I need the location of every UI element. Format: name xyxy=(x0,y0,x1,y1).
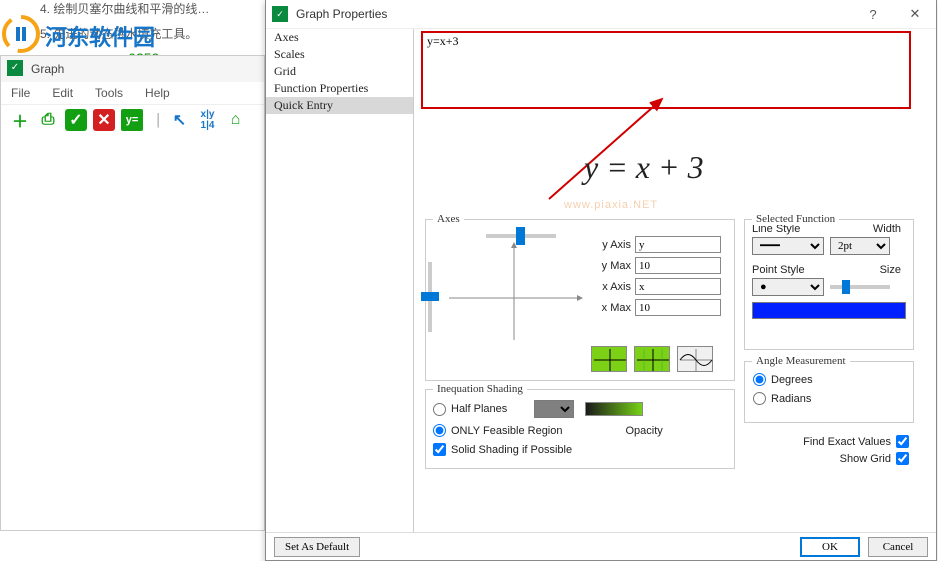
x-slider[interactable] xyxy=(428,262,432,332)
help-button[interactable]: ? xyxy=(852,0,894,29)
sidebar-item-axes[interactable]: Axes xyxy=(266,29,413,46)
ineq-title: Inequation Shading xyxy=(433,383,527,395)
only-feasible-label: ONLY Feasible Region xyxy=(451,425,563,437)
yaxis-label: y Axis xyxy=(591,239,631,251)
thumb-1[interactable] xyxy=(591,346,627,372)
home-icon[interactable]: ⌂ xyxy=(225,109,247,131)
thumb-3[interactable] xyxy=(677,346,713,372)
xaxis-label: x Axis xyxy=(591,281,631,293)
xaxis-input[interactable] xyxy=(635,278,721,295)
table-icon[interactable]: x|y1|4 xyxy=(197,109,219,131)
inequation-group: Inequation Shading Half Planes ONLY Feas… xyxy=(425,389,735,469)
graph-app-window: ✓ Graph File Edit Tools Help ＋ ⎙ ✓ ✕ y= … xyxy=(0,55,265,531)
cross-icon[interactable]: ✕ xyxy=(93,109,115,131)
yeq-button[interactable]: y= xyxy=(121,109,143,131)
show-grid-checkbox[interactable] xyxy=(896,452,909,465)
ok-button[interactable]: OK xyxy=(800,537,860,557)
only-feasible-radio[interactable] xyxy=(433,424,446,437)
site-logo: 河东软件园 www.pc0359.cn xyxy=(0,15,265,55)
find-exact-label: Find Exact Values xyxy=(803,436,891,448)
angle-title: Angle Measurement xyxy=(752,355,850,367)
toolbar: ＋ ⎙ ✓ ✕ y= │ ↖ x|y1|4 ⌂ xyxy=(1,104,264,135)
solid-shading-label: Solid Shading if Possible xyxy=(451,444,572,456)
sidebar: Axes Scales Grid Function Properties Qui… xyxy=(266,29,414,533)
solid-shading-checkbox[interactable] xyxy=(433,443,446,456)
half-planes-label: Half Planes xyxy=(451,403,507,415)
app-title: Graph xyxy=(31,62,64,76)
y-slider[interactable] xyxy=(486,234,556,238)
mini-plot xyxy=(434,240,594,340)
sidebar-item-grid[interactable]: Grid xyxy=(266,63,413,80)
watermark: www.piaxia.NET xyxy=(564,199,658,211)
cancel-button[interactable]: Cancel xyxy=(868,537,928,557)
menu-bar: File Edit Tools Help xyxy=(1,82,264,104)
degrees-radio[interactable] xyxy=(753,373,766,386)
xmax-label: x Max xyxy=(591,302,631,314)
width-select[interactable]: 2pt xyxy=(830,237,890,255)
point-style-label: Point Style xyxy=(752,264,805,276)
xmax-input[interactable] xyxy=(635,299,721,316)
axes-thumbnails xyxy=(591,346,713,372)
selfunc-title: Selected Function xyxy=(752,213,839,225)
ymax-input[interactable] xyxy=(635,257,721,274)
close-button[interactable]: ✕ xyxy=(894,0,936,29)
menu-tools[interactable]: Tools xyxy=(95,86,123,100)
app-icon: ✓ xyxy=(7,60,23,76)
sidebar-item-function-properties[interactable]: Function Properties xyxy=(266,80,413,97)
size-label: Size xyxy=(880,264,901,276)
show-grid-label: Show Grid xyxy=(840,453,891,465)
misc-checks: Find Exact Values Show Grid xyxy=(744,433,914,467)
dialog-title: Graph Properties xyxy=(296,7,852,21)
app-titlebar: ✓ Graph xyxy=(1,56,264,82)
find-exact-checkbox[interactable] xyxy=(896,435,909,448)
line-style-select[interactable]: ━━━ xyxy=(752,237,824,255)
radians-radio[interactable] xyxy=(753,392,766,405)
color-picker[interactable] xyxy=(752,302,906,319)
graph-properties-dialog: ✓ Graph Properties ? ✕ Axes Scales Grid … xyxy=(265,0,937,561)
cursor-icon[interactable]: ↖ xyxy=(169,109,191,131)
degrees-label: Degrees xyxy=(771,374,813,386)
quick-entry-box[interactable] xyxy=(421,31,911,109)
axes-group: Axes y Axis y Max x Axis x Max xyxy=(425,219,735,381)
opacity-label: Opacity xyxy=(626,425,663,437)
shade-color-select[interactable] xyxy=(534,400,574,418)
ymax-label: y Max xyxy=(591,260,631,272)
sidebar-item-scales[interactable]: Scales xyxy=(266,46,413,63)
dialog-icon: ✓ xyxy=(272,6,288,22)
add-icon[interactable]: ＋ xyxy=(9,109,31,131)
dialog-footer: Set As Default OK Cancel xyxy=(266,532,936,560)
site-name: 河东软件园 xyxy=(45,20,155,52)
width-label: Width xyxy=(873,223,901,235)
yaxis-input[interactable] xyxy=(635,236,721,253)
thumb-2[interactable] xyxy=(634,346,670,372)
menu-file[interactable]: File xyxy=(11,86,30,100)
equation-display: y = x + 3 xyxy=(584,149,704,186)
axis-inputs: y Axis y Max x Axis x Max xyxy=(591,236,721,320)
main-content: y = x + 3 www.piaxia.NET Axes y Axis y M… xyxy=(414,29,936,533)
dialog-titlebar: ✓ Graph Properties ? ✕ xyxy=(266,0,936,29)
axes-group-title: Axes xyxy=(433,213,464,225)
sidebar-item-quick-entry[interactable]: Quick Entry xyxy=(266,97,413,114)
half-planes-radio[interactable] xyxy=(433,403,446,416)
radians-label: Radians xyxy=(771,393,811,405)
set-default-button[interactable]: Set As Default xyxy=(274,537,360,557)
opacity-slider[interactable] xyxy=(585,402,643,416)
quick-entry-input[interactable] xyxy=(427,34,487,49)
angle-group: Angle Measurement Degrees Radians xyxy=(744,361,914,423)
size-slider[interactable] xyxy=(830,285,890,289)
selected-function-group: Selected Function Line StyleWidth ━━━ 2p… xyxy=(744,219,914,350)
menu-edit[interactable]: Edit xyxy=(52,86,73,100)
check-icon[interactable]: ✓ xyxy=(65,109,87,131)
print-icon[interactable]: ⎙ xyxy=(37,109,59,131)
point-style-select[interactable]: ● xyxy=(752,278,824,296)
menu-help[interactable]: Help xyxy=(145,86,170,100)
